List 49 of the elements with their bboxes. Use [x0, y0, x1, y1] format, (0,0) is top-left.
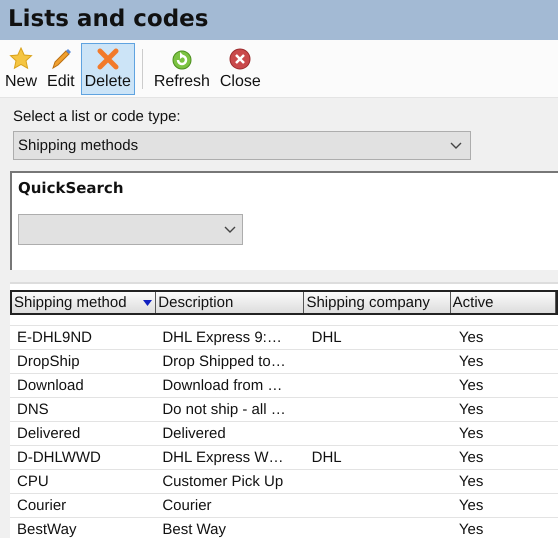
- column-header[interactable]: Description: [156, 292, 304, 313]
- star-icon: [9, 46, 33, 70]
- table-cell: Courier: [162, 497, 212, 514]
- table-cell: D-DHLWWD: [17, 449, 101, 466]
- table-cell: Do not ship - all …: [162, 401, 286, 418]
- table-cell: Yes: [458, 473, 484, 490]
- table-cell: E-DHL9ND: [17, 329, 92, 346]
- table-cell: DHL: [312, 329, 342, 346]
- table-cell: DropShip: [17, 353, 80, 370]
- table-cell: Yes: [458, 401, 484, 418]
- table-cell: Yes: [458, 425, 484, 442]
- table-cell: DHL: [312, 449, 342, 466]
- table-cell: Delivered: [162, 425, 226, 442]
- close-button[interactable]: Close: [216, 42, 265, 94]
- table-cell: BestWay: [17, 521, 76, 538]
- table-cell: Download: [17, 377, 84, 394]
- table-cell: Best Way: [162, 521, 226, 538]
- column-header[interactable]: Shipping company: [304, 292, 451, 313]
- table-cell: Yes: [458, 377, 484, 394]
- table-cell: Yes: [458, 449, 484, 466]
- column-header[interactable]: Shipping method: [12, 292, 156, 313]
- list-type-label: Select a list or code type:: [13, 108, 181, 125]
- table-cell: Drop Shipped to…: [162, 353, 286, 370]
- table-cell: CPU: [17, 473, 49, 490]
- chevron-down-icon: [450, 142, 462, 150]
- table-cell: Yes: [458, 329, 484, 346]
- table-cell: DNS: [17, 401, 49, 418]
- delete-icon: [96, 46, 120, 70]
- edit-button[interactable]: Edit: [43, 42, 79, 94]
- list-type-dropdown[interactable]: Shipping methods: [13, 131, 471, 160]
- table-cell: Yes: [458, 353, 484, 370]
- table-cell: Customer Pick Up: [162, 473, 284, 490]
- close-icon: [228, 46, 252, 70]
- refresh-button[interactable]: Refresh: [150, 42, 214, 94]
- chevron-down-icon: [224, 226, 236, 234]
- table-cell: Download from …: [162, 377, 282, 394]
- window-title: Lists and codes: [8, 5, 208, 34]
- table-cell: Yes: [458, 497, 484, 514]
- sort-arrow-icon: [143, 300, 152, 306]
- delete-button[interactable]: Delete: [80, 42, 135, 94]
- table-cell: Yes: [458, 521, 484, 538]
- quick-search-title: QuickSearch: [18, 179, 124, 197]
- new-button[interactable]: New: [1, 42, 42, 94]
- table-cell: Courier: [17, 497, 66, 514]
- table-cell: Delivered: [17, 425, 80, 442]
- table-cell: DHL Express 9:…: [162, 329, 282, 346]
- table-cell: DHL Express W…: [162, 449, 284, 466]
- column-header[interactable]: Active: [450, 292, 556, 313]
- quick-search-dropdown[interactable]: [18, 214, 243, 245]
